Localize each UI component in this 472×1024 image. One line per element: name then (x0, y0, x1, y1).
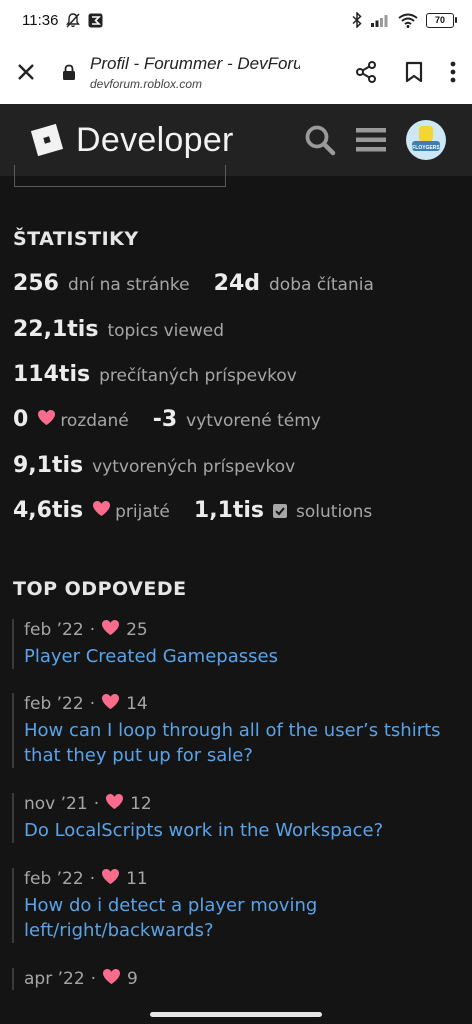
heart-icon (101, 868, 120, 890)
status-right: 70 (352, 12, 457, 28)
url-texts[interactable]: Profil - Forummer - DevForu... devforum.… (90, 54, 354, 91)
stat-value-read-time: 24d (213, 271, 261, 296)
stat-value-posts-read: 114tis (13, 362, 91, 387)
search-icon[interactable] (304, 124, 336, 156)
avatar[interactable]: FLOYGERS (406, 120, 446, 160)
stat-value-solutions: 1,1tis (193, 498, 265, 523)
reply-date: apr ’22 (24, 969, 85, 989)
meta-separator: · (89, 869, 96, 889)
stat-value-likes-given: 0 (13, 407, 29, 432)
reply-date: feb ’22 (24, 694, 84, 714)
stat-label-topics-created: vytvorené témy (186, 411, 321, 431)
reply-link[interactable]: How can I loop through all of the user’s… (24, 718, 452, 768)
hamburger-menu-icon[interactable] (356, 127, 386, 153)
stat-value-days: 256 (13, 271, 59, 296)
stat-label-solutions: solutions (296, 502, 373, 522)
meta-separator: · (89, 694, 96, 714)
avatar-label: FLOYGERS (412, 145, 440, 151)
reply-link[interactable]: How do i detect a player moving left/rig… (24, 893, 452, 943)
close-icon[interactable] (16, 62, 36, 82)
checkbox-icon (273, 504, 288, 518)
lock-icon (62, 64, 76, 81)
roblox-logo-icon[interactable] (30, 123, 64, 157)
reply-date: feb ’22 (24, 869, 84, 889)
reply-link[interactable]: Player Created Gamepasses (24, 644, 452, 669)
reply-likes: 14 (126, 694, 148, 714)
reply-meta: feb ’22 · 14 (24, 693, 452, 715)
stat-value-topics-created: -3 (152, 407, 178, 432)
stat-label-posts-read: prečítaných príspevkov (99, 366, 297, 386)
reply-meta: apr ’22 · 9 (24, 968, 452, 990)
meta-separator: · (93, 794, 100, 814)
stat-row: 256 dní na stránke 24d doba čítania (13, 271, 374, 296)
reply-date: feb ’22 (24, 620, 84, 640)
logo-text[interactable]: Developer (76, 121, 234, 160)
status-left: 11:36 (22, 12, 103, 29)
header-actions: FLOYGERS (304, 120, 446, 160)
stat-row: 9,1tis vytvorených príspevkov (13, 453, 295, 478)
stat-value-likes-received: 4,6tis (13, 498, 84, 523)
app-notification-icon (88, 13, 103, 28)
partial-button-outline[interactable] (14, 165, 226, 187)
list-item: feb ’22 · 25 Player Created Gamepasses (12, 619, 452, 669)
stat-row: 22,1tis topics viewed (13, 317, 224, 342)
heart-icon (102, 968, 121, 990)
stat-value-posts-created: 9,1tis (13, 453, 84, 478)
browser-actions (354, 60, 456, 84)
meta-separator: · (89, 620, 96, 640)
page-title: Profil - Forummer - DevForu... (90, 53, 300, 73)
status-bar: 11:36 70 (0, 0, 472, 40)
mute-bell-icon (66, 12, 81, 28)
reply-link[interactable]: Do LocalScripts work in the Workspace? (24, 818, 452, 843)
reply-likes: 25 (126, 620, 148, 640)
stat-row: 0 rozdané -3 vytvorené témy (13, 407, 321, 432)
stat-row: 4,6tis prijaté 1,1tis solutions (13, 498, 372, 523)
bluetooth-icon (352, 12, 362, 28)
reply-meta: feb ’22 · 11 (24, 868, 452, 890)
reply-meta: feb ’22 · 25 (24, 619, 452, 641)
heart-icon (92, 500, 111, 521)
stat-row: 114tis prečítaných príspevkov (13, 362, 297, 387)
signal-icon (370, 13, 390, 27)
list-item: feb ’22 · 11 How do i detect a player mo… (12, 868, 452, 943)
reply-likes: 12 (130, 794, 152, 814)
stats-title: ŠTATISTIKY (13, 228, 139, 250)
stat-label-likes-given: rozdané (60, 411, 129, 431)
reply-date: nov ’21 (24, 794, 88, 814)
meta-separator: · (90, 969, 97, 989)
stat-value-topics-viewed: 22,1tis (13, 317, 99, 342)
url-host: devforum.roblox.com (90, 76, 203, 91)
bookmark-icon[interactable] (404, 61, 424, 83)
heart-icon (37, 409, 56, 430)
stat-label-topics-viewed: topics viewed (107, 321, 225, 341)
top-replies-title: TOP ODPOVEDE (13, 578, 187, 600)
list-item: apr ’22 · 9 (12, 968, 452, 990)
wifi-icon (398, 13, 418, 28)
browser-toolbar: Profil - Forummer - DevForu... devforum.… (0, 40, 472, 104)
list-item: feb ’22 · 14 How can I loop through all … (12, 693, 452, 768)
reply-likes: 9 (127, 969, 138, 989)
home-indicator[interactable] (150, 1012, 322, 1017)
status-time: 11:36 (22, 11, 59, 29)
reply-likes: 11 (126, 869, 148, 889)
reply-meta: nov ’21 · 12 (24, 793, 452, 815)
more-vert-icon[interactable] (450, 61, 456, 83)
stat-label-days: dní na stránke (67, 275, 190, 295)
stat-label-read-time: doba čítania (269, 275, 374, 295)
heart-icon (105, 793, 124, 815)
heart-icon (101, 693, 120, 715)
stat-label-posts-created: vytvorených príspevkov (92, 457, 296, 477)
heart-icon (101, 619, 120, 641)
stat-label-likes-received: prijaté (115, 502, 170, 522)
battery-icon: 70 (426, 12, 457, 28)
share-icon[interactable] (354, 60, 378, 84)
list-item: nov ’21 · 12 Do LocalScripts work in the… (12, 793, 452, 843)
